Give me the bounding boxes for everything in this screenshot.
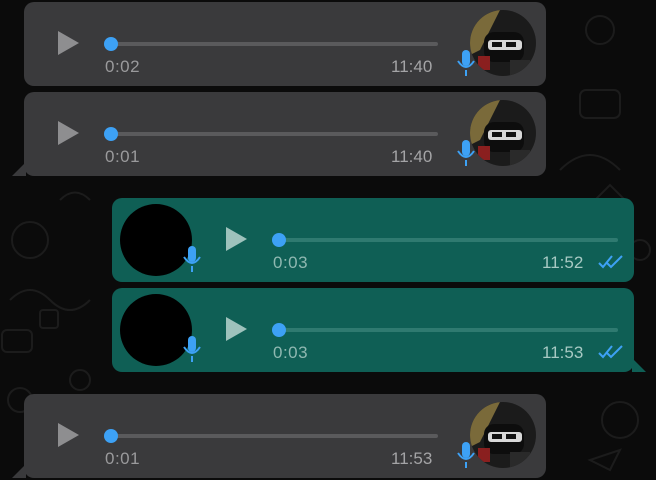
voice-message: 0:03 11:53	[112, 288, 646, 372]
audio-progress-knob[interactable]	[272, 323, 286, 337]
audio-progress-knob[interactable]	[272, 233, 286, 247]
play-icon[interactable]	[220, 224, 250, 254]
double-check-icon	[598, 345, 623, 359]
voice-message: 0:01 11:53	[12, 394, 546, 478]
audio-progress-track[interactable]	[110, 42, 438, 46]
play-icon[interactable]	[52, 118, 82, 148]
audio-progress-track[interactable]	[278, 238, 618, 242]
audio-duration: 0:03	[273, 253, 309, 272]
microphone-icon	[457, 442, 475, 468]
avatar[interactable]	[470, 100, 536, 166]
play-icon[interactable]	[52, 28, 82, 58]
microphone-icon	[183, 336, 201, 362]
message-time: 11:40	[391, 147, 433, 166]
voice-message: 0:03 11:52	[112, 198, 634, 282]
microphone-icon	[457, 140, 475, 166]
play-icon[interactable]	[52, 420, 82, 450]
play-icon[interactable]	[220, 314, 250, 344]
audio-duration: 0:01	[105, 147, 141, 166]
audio-progress-track[interactable]	[110, 434, 438, 438]
avatar[interactable]	[470, 10, 536, 76]
audio-progress-track[interactable]	[278, 328, 618, 332]
microphone-icon	[183, 246, 201, 272]
audio-progress-knob[interactable]	[104, 127, 118, 141]
voice-message: 0:02 11:40	[24, 2, 546, 86]
audio-progress-track[interactable]	[110, 132, 438, 136]
microphone-icon	[457, 50, 475, 76]
avatar[interactable]	[470, 402, 536, 468]
audio-duration: 0:01	[105, 449, 141, 468]
message-time: 11:53	[391, 449, 433, 468]
audio-duration: 0:03	[273, 343, 309, 362]
message-time: 11:52	[542, 253, 584, 272]
message-time: 11:40	[391, 57, 433, 76]
message-time: 11:53	[542, 343, 584, 362]
audio-progress-knob[interactable]	[104, 429, 118, 443]
voice-message: 0:01 11:40	[12, 92, 546, 176]
audio-duration: 0:02	[105, 57, 141, 76]
audio-progress-knob[interactable]	[104, 37, 118, 51]
double-check-icon	[598, 255, 623, 269]
